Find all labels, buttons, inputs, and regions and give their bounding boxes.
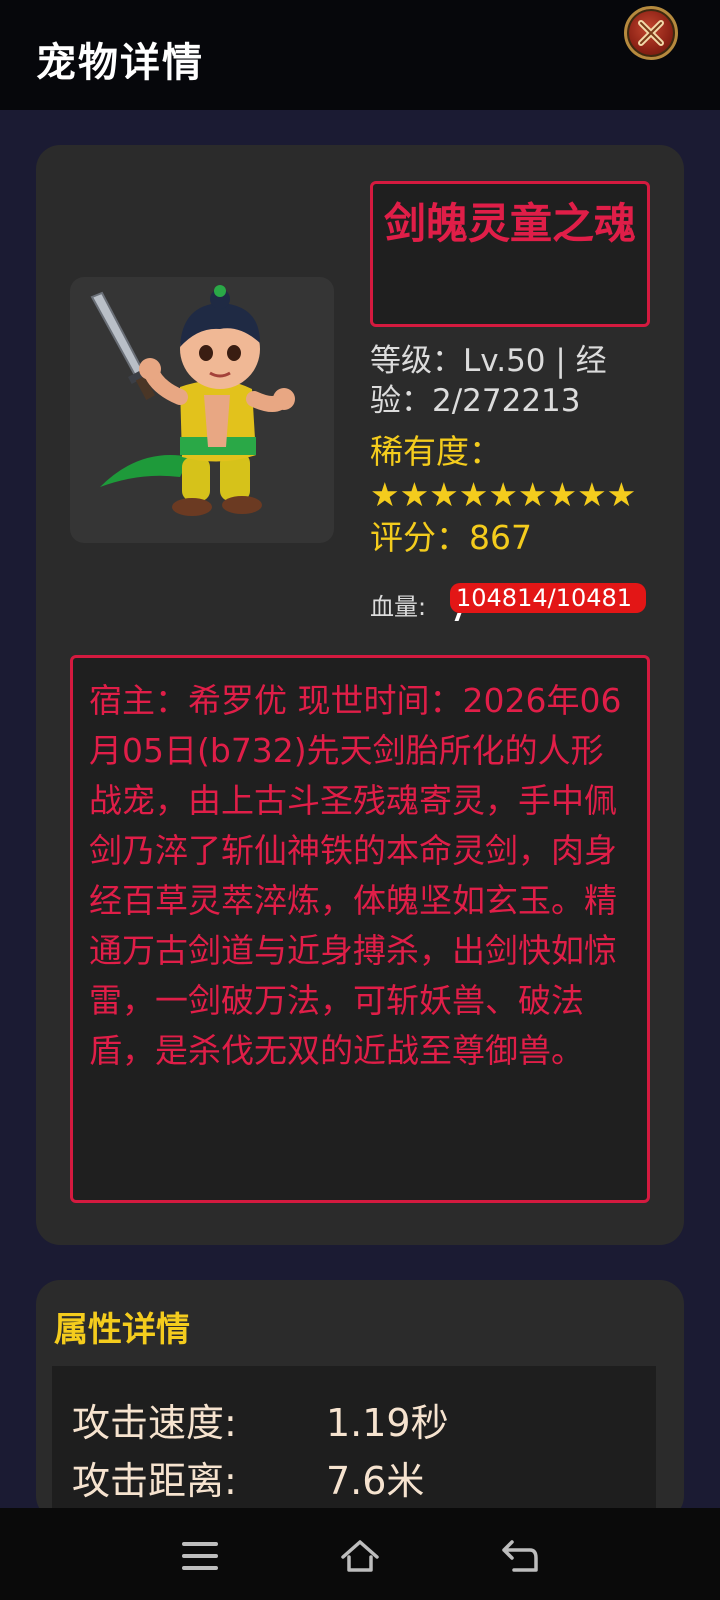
page-title: 宠物详情 [36, 40, 204, 86]
rarity-score: 稀有度： ★★★★★★★★★ 评分：867 [370, 430, 650, 559]
hp-bar-marker [454, 613, 462, 621]
system-navigation-bar [0, 1508, 720, 1600]
close-button[interactable] [624, 6, 678, 60]
home-icon [341, 1540, 379, 1572]
pet-info-card: 剑魄灵童之魂 等级：Lv.50 | 经验：2/272213 稀有度： ★★★★★★… [36, 145, 684, 1245]
back-icon [502, 1540, 538, 1572]
menu-button[interactable] [180, 1536, 220, 1576]
attributes-card: 属性详情 攻击速度: 1.19秒 攻击距离: 7.6米 [36, 1280, 684, 1526]
attributes-title: 属性详情 [54, 1310, 190, 1350]
hp-label: 血量: [370, 593, 427, 621]
close-x-icon [638, 20, 664, 46]
home-button[interactable] [340, 1536, 380, 1576]
rarity-label: 稀有度： [370, 432, 502, 471]
menu-icon [182, 1542, 218, 1570]
level-experience-text: 等级：Lv.50 | 经验：2/272213 [370, 343, 607, 419]
rarity-stars: ★★★★★★★★★ [370, 475, 637, 514]
hp-bar: 104814/10481 [450, 583, 646, 613]
attribute-label: 攻击距离: [72, 1459, 237, 1503]
hp-value: 104814/10481 [456, 584, 633, 612]
back-button[interactable] [500, 1536, 540, 1576]
attribute-value: 1.19秒 [326, 1401, 449, 1445]
attribute-value: 7.6米 [326, 1459, 425, 1503]
pet-name: 剑魄灵童之魂 [370, 181, 650, 327]
top-bar: 宠物详情 [0, 0, 720, 110]
attribute-label: 攻击速度: [72, 1401, 237, 1445]
sword-child-warrior-icon [90, 285, 295, 516]
pet-description: 宿主：希罗优 现世时间：2026年06月05日(b732)先天剑胎所化的人形战宠… [70, 655, 650, 1203]
score-text: 评分：867 [370, 518, 532, 557]
pet-portrait [70, 277, 334, 543]
attributes-table: 攻击速度: 1.19秒 攻击距离: 7.6米 [52, 1366, 656, 1526]
